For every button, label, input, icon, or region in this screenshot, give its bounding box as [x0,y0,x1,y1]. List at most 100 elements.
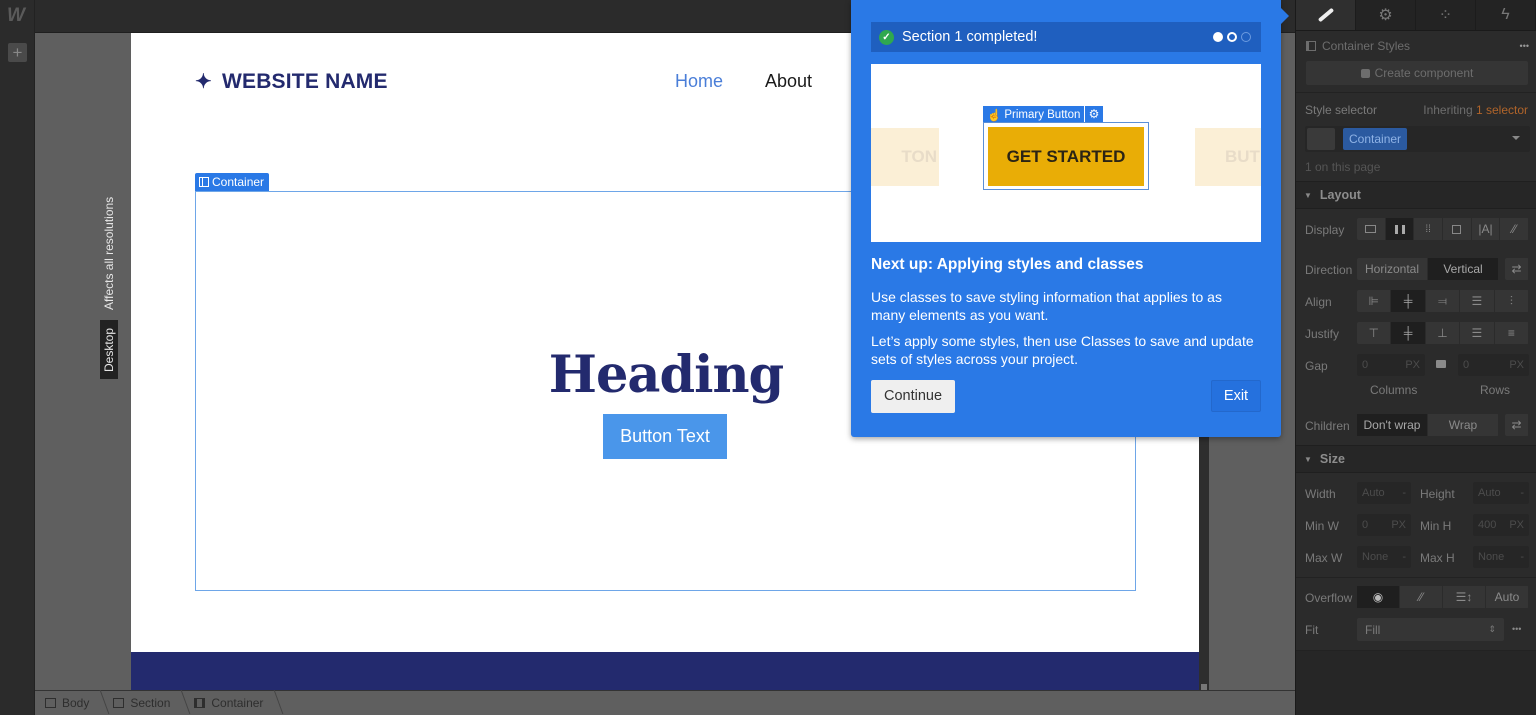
ghost-button-right: BUT [1195,128,1261,186]
more-options-icon[interactable]: ••• [1520,41,1529,51]
fit-label: Fit [1305,623,1319,637]
align-baseline-icon[interactable]: ⫶ [1495,290,1530,312]
max-width-input[interactable]: None - [1357,546,1411,568]
create-component-label: Create component [1374,66,1474,80]
overflow-auto[interactable]: Auto [1486,586,1529,608]
layout-section-header[interactable]: ▼ Layout [1296,181,1536,209]
direction-vertical[interactable]: Vertical [1428,258,1499,280]
align-end-icon[interactable]: ⫤ [1426,290,1461,312]
reverse-wrap-button[interactable]: ⇄ [1505,414,1529,436]
gap-columns-unit[interactable]: PX [1405,359,1420,371]
display-inline-block-icon[interactable] [1443,218,1472,240]
breakpoint-badge[interactable]: Desktop [100,320,118,379]
align-center-icon[interactable]: ╪ [1391,290,1426,312]
site-button[interactable]: Button Text [603,414,727,459]
max-height-input[interactable]: None - [1473,546,1529,568]
overflow-visible-eye-icon[interactable]: ◉ [1357,586,1400,608]
style-panel: ⚙ ⁘ ϟ Container Styles ••• Create compon… [1295,0,1536,715]
display-grid-icon[interactable]: ⁞⁞ [1414,218,1444,240]
nav-link-home[interactable]: Home [675,71,723,92]
nav-link-about[interactable]: About [765,71,812,92]
step-dots [1213,32,1251,42]
max-height-value: None [1478,551,1505,563]
add-elements-button[interactable]: + [8,43,27,62]
container-tag-label: Container [212,175,265,189]
height-input[interactable]: Auto - [1473,482,1529,504]
gap-columns-label: Columns [1370,383,1418,397]
max-width-label: Max W [1305,551,1343,565]
min-width-label: Min W [1305,519,1339,533]
reverse-icon: ⇄ [1505,414,1529,436]
tutorial-popup: ✓ Section 1 completed! TON BUT ☝ Primary… [851,0,1289,437]
lock-icon[interactable] [1436,360,1446,368]
tab-interactions-drops[interactable]: ⁘ [1416,0,1476,30]
tab-style[interactable] [1296,0,1356,30]
selector-field[interactable]: Container [1305,126,1530,152]
site-logo[interactable]: ✦ WEBSITE NAME [195,69,388,94]
gap-rows-input[interactable]: 0 PX [1458,354,1529,376]
gear-icon: ⚙ [1378,7,1393,24]
gap-columns-input[interactable]: 0 PX [1357,354,1425,376]
min-height-input[interactable]: 400 PX [1473,514,1529,536]
align-stretch-icon[interactable]: ☰ [1460,290,1495,312]
width-unit[interactable]: - [1402,487,1406,499]
display-label: Display [1305,223,1345,237]
selector-chip[interactable]: Container [1343,128,1408,150]
webflow-logo[interactable]: W [7,5,25,27]
fit-more-options-icon[interactable]: ••• [1512,624,1521,634]
breadcrumb-item-body[interactable]: Body [45,696,105,710]
justify-space-around-icon[interactable]: ≡ [1495,322,1530,344]
breadcrumb-item-section[interactable]: Section [113,696,186,710]
selector-state-icon[interactable] [1307,128,1335,150]
size-section-header[interactable]: ▼ Size [1296,445,1536,473]
display-none-icon[interactable]: ⁄⁄ [1500,218,1530,240]
continue-button[interactable]: Continue [871,380,955,413]
left-toolbar: W + [0,0,35,715]
overflow-scroll-icon[interactable]: ☰↕ [1443,586,1486,608]
container-icon [194,698,206,708]
layout-title: Layout [1319,188,1361,202]
container-selection-tag[interactable]: Container [195,173,270,191]
exit-button[interactable]: Exit [1211,380,1261,412]
brush-icon [1317,7,1334,23]
height-unit[interactable]: - [1520,487,1524,499]
justify-end-icon[interactable]: ⊥ [1426,322,1461,344]
min-width-input[interactable]: 0 PX [1357,514,1411,536]
max-height-label: Max H [1420,551,1455,565]
display-block-icon[interactable] [1357,218,1386,240]
gap-rows-unit[interactable]: PX [1509,359,1524,371]
min-width-unit[interactable]: PX [1391,519,1406,531]
chevron-down-icon[interactable] [1512,136,1520,140]
create-component-button[interactable]: Create component [1306,61,1528,85]
ghost-button-left: TON [871,128,939,186]
tab-settings[interactable]: ⚙ [1356,0,1416,30]
display-flex-icon[interactable] [1385,218,1415,240]
inheriting-selector-link[interactable]: 1 selector [1476,103,1528,117]
panel-tabs: ⚙ ⁘ ϟ [1296,0,1536,31]
direction-horizontal[interactable]: Horizontal [1357,258,1428,280]
justify-control: ⊤ ╪ ⊥ ☰ ≡ [1357,322,1530,344]
caret-down-icon: ▼ [1304,190,1312,200]
step-dot-done [1213,32,1223,42]
drops-icon: ⁘ [1438,7,1453,24]
justify-start-icon[interactable]: ⊤ [1357,322,1392,344]
max-height-unit[interactable]: - [1520,551,1524,563]
display-inline-icon[interactable]: |A| [1472,218,1501,240]
overflow-hidden-icon[interactable]: ⁄⁄ [1400,586,1443,608]
max-width-value: None [1362,551,1389,563]
justify-space-between-icon[interactable]: ☰ [1460,322,1495,344]
width-input[interactable]: Auto - [1357,482,1411,504]
children-dont-wrap[interactable]: Don't wrap [1357,414,1428,436]
max-width-unit[interactable]: - [1402,551,1406,563]
justify-center-icon[interactable]: ╪ [1391,322,1426,344]
align-start-icon[interactable]: ⊫ [1357,290,1392,312]
tutorial-title: Next up: Applying styles and classes [871,256,1144,273]
breadcrumb-item-container[interactable]: Container [194,696,279,710]
tab-interactions[interactable]: ϟ [1476,0,1536,30]
fit-select[interactable]: Fill ⇕ [1357,618,1504,641]
reverse-direction-button[interactable]: ⇄ [1505,258,1529,280]
min-height-unit[interactable]: PX [1509,519,1524,531]
children-wrap[interactable]: Wrap [1428,414,1499,436]
step-dot-upcoming [1241,32,1251,42]
footer-section[interactable] [131,652,1199,690]
